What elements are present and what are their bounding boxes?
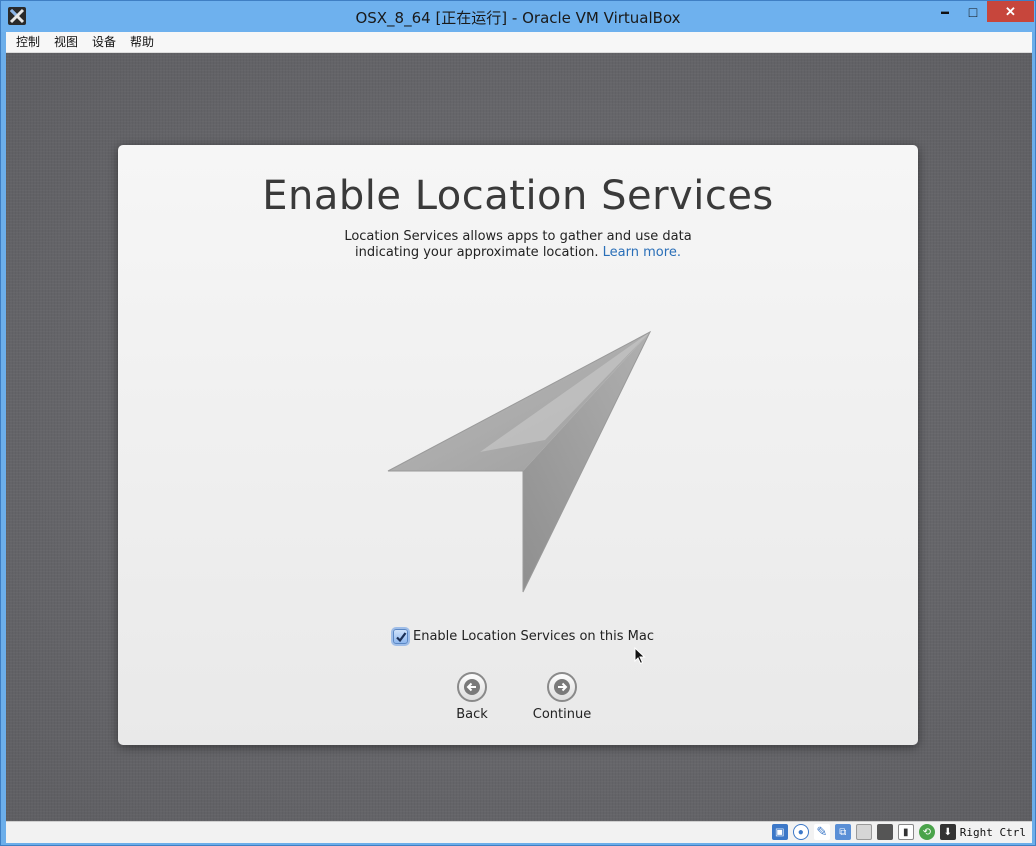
- page-description: Location Services allows apps to gather …: [268, 229, 768, 261]
- back-button[interactable]: Back: [432, 672, 512, 722]
- window-title: OSX_8_64 [正在运行] - Oracle VM VirtualBox: [355, 9, 681, 27]
- minimize-icon: ▬: [941, 7, 949, 16]
- location-arrow-icon: [387, 330, 652, 593]
- guest-screen[interactable]: Enable Location Services Location Servic…: [6, 53, 1032, 821]
- maximize-button[interactable]: □: [959, 1, 987, 22]
- status-icons: ▣ ● ✎ ⧉ ▮ ⟲ ⬇ Right Ctrl: [767, 824, 1026, 840]
- location-services-checkbox[interactable]: [393, 629, 408, 644]
- menu-help[interactable]: 帮助: [123, 32, 161, 52]
- minimize-button[interactable]: ▬: [931, 1, 959, 22]
- continue-button[interactable]: Continue: [522, 672, 602, 722]
- optical-drive-icon[interactable]: ●: [792, 824, 809, 840]
- guest-additions-icon[interactable]: ⟲: [918, 824, 935, 840]
- description-line-2-text: indicating your approximate location.: [355, 245, 599, 260]
- host-key-label: Right Ctrl: [959, 825, 1026, 839]
- menu-devices[interactable]: 设备: [85, 32, 123, 52]
- continue-circle[interactable]: [547, 672, 577, 702]
- close-button[interactable]: ✕: [987, 1, 1034, 22]
- arrow-right-icon: [554, 679, 570, 695]
- status-bar: ▣ ● ✎ ⧉ ▮ ⟲ ⬇ Right Ctrl: [6, 821, 1032, 843]
- mouse-cursor-icon: [634, 647, 646, 665]
- arrow-left-icon: [464, 679, 480, 695]
- description-line-1: Location Services allows apps to gather …: [344, 229, 692, 244]
- close-icon: ✕: [1005, 3, 1016, 19]
- checkmark-icon: [395, 631, 406, 642]
- continue-label[interactable]: Continue: [533, 707, 591, 722]
- recording-icon[interactable]: ▮: [897, 824, 914, 840]
- shared-folder-icon[interactable]: [855, 824, 872, 840]
- menu-view[interactable]: 视图: [47, 32, 85, 52]
- menu-control[interactable]: 控制: [9, 32, 47, 52]
- learn-more-link[interactable]: Learn more.: [603, 245, 681, 260]
- network-icon[interactable]: ⧉: [834, 824, 851, 840]
- menu-bar: 控制 视图 设备 帮助: [6, 32, 1032, 53]
- page-title: Enable Location Services: [262, 173, 774, 219]
- mouse-integration-icon[interactable]: ⬇: [939, 824, 956, 840]
- maximize-icon: □: [968, 3, 978, 20]
- location-services-checkbox-row[interactable]: Enable Location Services on this Mac: [393, 629, 654, 644]
- usb-icon[interactable]: ✎: [813, 824, 830, 840]
- title-bar[interactable]: OSX_8_64 [正在运行] - Oracle VM VirtualBox ▬…: [1, 1, 1035, 32]
- display-icon[interactable]: [876, 824, 893, 840]
- hard-disk-icon[interactable]: ▣: [771, 824, 788, 840]
- description-line-2: indicating your approximate location. Le…: [268, 245, 768, 261]
- checkbox-label[interactable]: Enable Location Services on this Mac: [413, 629, 654, 644]
- back-label[interactable]: Back: [456, 707, 488, 722]
- setup-assistant-panel: Enable Location Services Location Servic…: [118, 145, 918, 745]
- virtualbox-window: OSX_8_64 [正在运行] - Oracle VM VirtualBox ▬…: [0, 0, 1036, 846]
- back-circle[interactable]: [457, 672, 487, 702]
